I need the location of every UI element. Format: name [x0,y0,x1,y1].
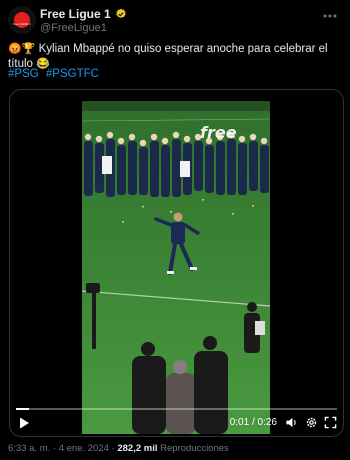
tweet-time[interactable]: 6:33 a. m. [8,443,50,454]
verified-badge-icon [115,8,126,19]
tweet-date[interactable]: 4 ene. 2024 [59,443,109,454]
video-frame[interactable]: free [82,101,270,434]
play-icon[interactable] [17,416,31,430]
tweet-body: Kylian Mbappé no quiso esperar anoche pa… [8,43,328,70]
video-current-time: 0:01 [229,417,250,428]
account-name-row: Free Ligue 1 [40,7,127,21]
video-player[interactable]: free 0:01 / 0:26 [9,89,344,437]
video-controls: 0:01 / 0:26 [10,408,343,436]
avatar-logo-text: free LIGUE 1 [13,22,31,26]
video-time: 0:01 / 0:26 [229,417,277,428]
video-progress-fill [16,408,29,410]
video-still: free [82,101,270,434]
more-options-icon[interactable] [320,6,340,26]
views-count: 282,2 mil [117,443,158,454]
video-duration: 0:26 [257,417,277,428]
account-handle[interactable]: @FreeLigue1 [40,22,107,34]
account-name[interactable]: Free Ligue 1 [40,7,111,21]
tweet-meta: 6:33 a. m. · 4 ene. 2024 · 282,2 mil Rep… [8,443,229,454]
video-watermark: free [200,123,237,142]
volume-icon[interactable] [285,416,298,429]
tweet-header: free LIGUE 1 Free Ligue 1 @FreeLigue1 [8,6,342,42]
settings-gear-icon[interactable] [305,416,318,429]
meta-separator: · [111,443,115,454]
views-label: Reproducciones [160,443,229,454]
hashtag-link[interactable]: #PSGTFC [46,68,99,80]
meta-separator: · [52,443,57,454]
fullscreen-icon[interactable] [324,416,337,429]
tweet-emoji-prefix: 😡🏆 [8,43,36,55]
account-avatar[interactable]: free LIGUE 1 [8,6,36,34]
video-progress-bar[interactable] [16,408,337,410]
hashtag-list: #PSG #PSGTFC [8,68,103,80]
hashtag-link[interactable]: #PSG [8,68,39,80]
